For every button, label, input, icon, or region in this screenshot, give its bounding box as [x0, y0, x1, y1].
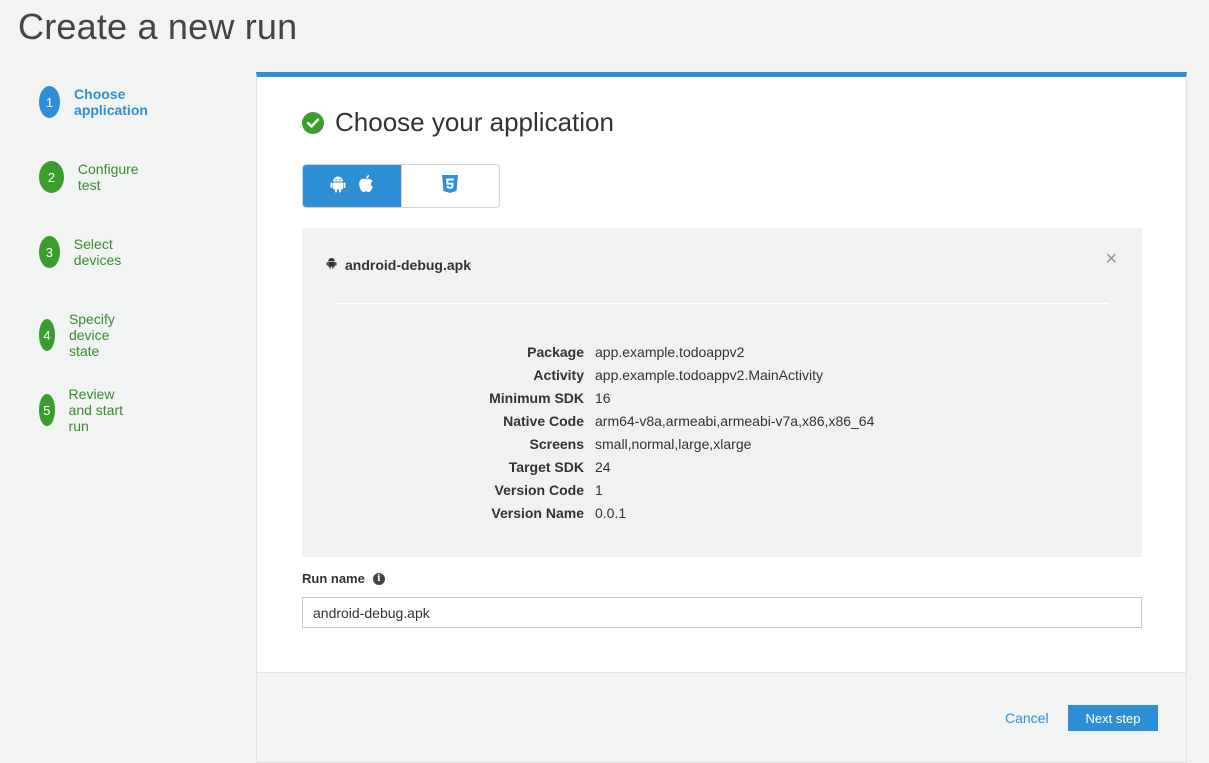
info-icon[interactable]: i [372, 572, 385, 585]
detail-value: small,normal,large,xlarge [595, 435, 752, 452]
detail-key: Activity [533, 366, 584, 383]
step-label: Review and start run [68, 386, 124, 434]
detail-value: 1 [595, 481, 603, 498]
step-label: Configure test [77, 161, 139, 193]
detail-row-package: Package app.example.todoappv2 [302, 340, 1142, 363]
detail-key: Native Code [503, 412, 584, 429]
main-panel: Choose your application android-debug.ap… [256, 72, 1187, 672]
detail-value: 24 [595, 458, 611, 475]
step-review-and-start-run[interactable]: 5 Review and start run [39, 386, 131, 434]
detail-row-minimum-sdk: Minimum SDK 16 [302, 386, 1142, 409]
detail-row-screens: Screens small,normal,large,xlarge [302, 432, 1142, 455]
detail-value: app.example.todoappv2.MainActivity [595, 366, 824, 383]
page-title: Create a new run [18, 6, 298, 47]
platform-toggle [302, 164, 500, 208]
platform-web-option[interactable] [400, 165, 500, 207]
step-number: 5 [39, 394, 55, 426]
detail-row-activity: Activity app.example.todoappv2.MainActiv… [302, 363, 1142, 386]
step-label: Choose application [74, 86, 148, 118]
detail-value: 0.0.1 [595, 504, 627, 521]
html5-icon [441, 174, 459, 199]
application-metadata: Package app.example.todoappv2 Activity a… [302, 340, 1142, 524]
section-title: Choose your application [302, 107, 614, 138]
detail-row-native-code: Native Code arm64-v8a,armeabi,armeabi-v7… [302, 409, 1142, 432]
detail-value: app.example.todoappv2 [595, 343, 745, 360]
detail-key: Target SDK [508, 458, 584, 475]
detail-key: Version Code [494, 481, 584, 498]
detail-key: Version Name [491, 504, 584, 521]
step-specify-device-state[interactable]: 4 Specify device state [39, 311, 131, 359]
run-name-label-text: Run name [302, 571, 365, 586]
android-icon [326, 256, 337, 274]
step-select-devices[interactable]: 3 Select devices [39, 236, 132, 268]
detail-value: arm64-v8a,armeabi,armeabi-v7a,x86,x86_64 [595, 412, 875, 429]
step-configure-test[interactable]: 2 Configure test [39, 161, 146, 193]
application-details-box: android-debug.apk ✕ Package app.example.… [302, 228, 1142, 557]
divider [335, 303, 1109, 304]
detail-key: Minimum SDK [489, 389, 584, 406]
step-label: Specify device state [68, 311, 115, 359]
step-number: 4 [39, 319, 55, 351]
android-icon [330, 175, 346, 198]
step-number: 1 [39, 86, 61, 118]
check-circle-icon [302, 111, 324, 134]
detail-key: Package [527, 343, 584, 360]
application-file-name: android-debug.apk [345, 257, 471, 273]
apple-icon [358, 174, 374, 198]
run-name-input[interactable] [302, 597, 1142, 628]
run-name-label: Run name i [302, 571, 385, 586]
detail-value: 16 [595, 389, 611, 406]
step-choose-application[interactable]: 1 Choose application [39, 86, 159, 118]
step-number: 2 [39, 161, 64, 193]
wizard-footer: Cancel Next step [256, 672, 1187, 763]
detail-key: Screens [529, 435, 584, 452]
detail-row-target-sdk: Target SDK 24 [302, 455, 1142, 478]
remove-file-close-icon[interactable]: ✕ [1105, 252, 1118, 268]
platform-android-ios-option[interactable] [303, 165, 401, 207]
section-heading: Choose your application [335, 107, 614, 137]
cancel-button[interactable]: Cancel [1005, 710, 1049, 726]
step-number: 3 [39, 236, 60, 268]
detail-row-version-name: Version Name 0.0.1 [302, 501, 1142, 524]
application-file: android-debug.apk [326, 256, 471, 274]
next-step-button[interactable]: Next step [1068, 705, 1158, 731]
detail-row-version-code: Version Code 1 [302, 478, 1142, 501]
step-label: Select devices [73, 236, 122, 268]
